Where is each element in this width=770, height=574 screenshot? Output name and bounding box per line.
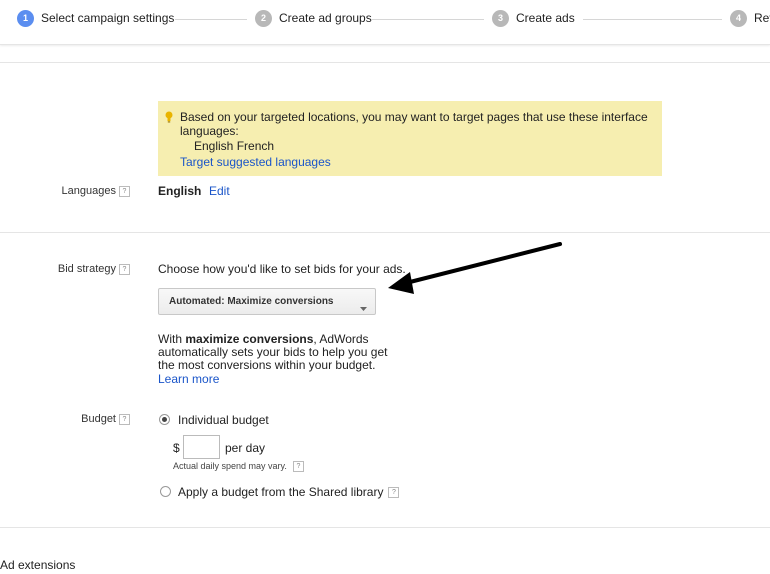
languages-label-row: Languages?: [0, 185, 130, 197]
step-1-label[interactable]: Select campaign settings: [41, 10, 174, 27]
bid-strategy-label: Bid strategy: [57, 263, 116, 275]
currency-symbol: $: [173, 441, 180, 455]
step-2-label[interactable]: Create ad groups: [279, 10, 372, 27]
language-suggestion-box: Based on your targeted locations, you ma…: [158, 101, 662, 176]
bid-strategy-description: With maximize conversions, AdWords autom…: [158, 333, 388, 372]
step-connector: [583, 19, 722, 20]
languages-edit-link[interactable]: Edit: [209, 184, 230, 198]
budget-label-row: Budget?: [0, 413, 130, 425]
spend-note-text: Actual daily spend may vary.: [173, 461, 287, 471]
step-4-number[interactable]: 4: [730, 10, 747, 27]
bid-strategy-select[interactable]: Automated: Maximize conversions: [158, 288, 376, 315]
section-divider: [0, 62, 770, 63]
step-4-label[interactable]: Rev: [754, 10, 770, 27]
step-connector: [372, 19, 484, 20]
help-icon[interactable]: ?: [119, 263, 130, 275]
learn-more-link[interactable]: Learn more: [158, 372, 219, 386]
step-3-number[interactable]: 3: [492, 10, 509, 27]
languages-label: Languages: [61, 185, 116, 197]
desc-bold: maximize conversions: [185, 332, 314, 346]
suggested-languages: English French: [194, 139, 275, 153]
step-2-number[interactable]: 2: [255, 10, 272, 27]
step-1-number[interactable]: 1: [17, 10, 34, 27]
per-day-label: per day: [225, 441, 266, 455]
shared-budget-row: Apply a budget from the Shared library?: [178, 485, 400, 499]
step-3-label[interactable]: Create ads: [516, 10, 575, 27]
shared-budget-label[interactable]: Apply a budget from the Shared library: [178, 485, 383, 499]
step-connector: [175, 19, 247, 20]
help-icon[interactable]: ?: [119, 185, 130, 197]
budget-label: Budget: [81, 413, 116, 425]
help-icon[interactable]: ?: [388, 487, 400, 499]
suggestion-text: Based on your targeted locations, you ma…: [180, 110, 648, 138]
bid-strategy-selected: Automated: Maximize conversions: [169, 296, 334, 307]
help-icon[interactable]: ?: [292, 461, 304, 473]
daily-budget-input[interactable]: [183, 435, 220, 459]
annotation-arrow: [388, 242, 562, 294]
desc-prefix: With: [158, 332, 186, 346]
spend-note: Actual daily spend may vary.?: [173, 461, 304, 473]
progress-stepper: 1 Select campaign settings 2 Create ad g…: [0, 0, 770, 45]
bid-strategy-prompt: Choose how you'd like to set bids for yo…: [158, 262, 406, 276]
dropdown-caret-icon: [360, 300, 367, 314]
shared-budget-radio[interactable]: [160, 486, 171, 497]
section-divider: [0, 232, 770, 233]
individual-budget-label[interactable]: Individual budget: [178, 413, 269, 427]
help-icon[interactable]: ?: [119, 413, 130, 425]
languages-value: English: [158, 184, 202, 198]
section-divider: [0, 527, 770, 528]
lightbulb-icon: [165, 111, 173, 126]
individual-budget-radio[interactable]: [159, 414, 170, 425]
bid-strategy-label-row: Bid strategy?: [0, 263, 130, 275]
ad-extensions-heading[interactable]: Ad extensions: [0, 558, 75, 572]
target-suggested-languages-link[interactable]: Target suggested languages: [180, 155, 331, 169]
